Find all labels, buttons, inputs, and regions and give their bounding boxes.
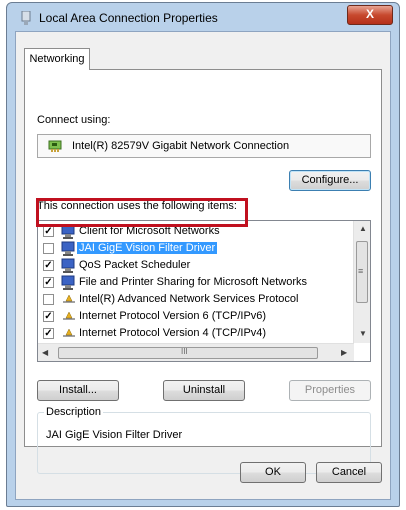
description-text: JAI GigE Vision Filter Driver (46, 429, 183, 441)
items-list[interactable]: ✓ Client for Microsoft Networks JAI GigE… (37, 220, 371, 362)
vertical-scroll-thumb[interactable]: ≡ (356, 241, 368, 303)
tab-networking[interactable]: Networking (24, 48, 90, 70)
list-item-qos-scheduler[interactable]: ✓ QoS Packet Scheduler (38, 257, 352, 274)
vertical-scrollbar[interactable]: ▲ ≡ ▼ (353, 221, 370, 343)
properties-button[interactable]: Properties (289, 380, 371, 401)
item-label: File and Printer Sharing for Microsoft N… (79, 276, 308, 288)
list-item-tcp-ipv6[interactable]: ✓ Internet Protocol Version 6 (TCP/IPv6) (38, 308, 352, 325)
grip-icon: III (181, 347, 188, 356)
scroll-left-icon[interactable]: ◀ (42, 348, 48, 358)
item-label: JAI GigE Vision Filter Driver (77, 242, 218, 254)
network-connection-icon (21, 11, 31, 25)
protocol-icon (63, 311, 75, 320)
list-item-jai-filter-driver[interactable]: JAI GigE Vision Filter Driver (38, 240, 352, 257)
uninstall-button[interactable]: Uninstall (163, 380, 245, 401)
item-checkbox[interactable]: ✓ (43, 277, 54, 288)
item-label: QoS Packet Scheduler (79, 259, 191, 271)
item-checkbox[interactable] (43, 294, 54, 305)
close-icon: X (365, 7, 374, 21)
adapter-field: Intel(R) 82579V Gigabit Network Connecti… (37, 134, 371, 158)
scroll-up-icon[interactable]: ▲ (359, 224, 367, 234)
list-item-intel-ans-protocol[interactable]: Intel(R) Advanced Network Services Proto… (38, 291, 352, 308)
item-checkbox[interactable]: ✓ (43, 226, 54, 237)
networking-panel: Connect using: Intel(R) 82579V Gigabit N… (24, 69, 382, 474)
adapter-name: Intel(R) 82579V Gigabit Network Connecti… (72, 140, 290, 152)
horizontal-scrollbar[interactable]: ◀ III ▶ (38, 343, 354, 361)
scroll-down-icon[interactable]: ▼ (359, 329, 367, 339)
ok-button[interactable]: OK (240, 462, 306, 483)
dialog-client-area: Networking Connect using: Intel(R) 82579… (15, 31, 391, 500)
connect-using-label: Connect using: (37, 114, 111, 126)
grip-icon: ≡ (358, 266, 364, 276)
item-checkbox[interactable]: ✓ (43, 328, 54, 339)
qos-scheduler-icon (61, 258, 75, 273)
configure-button[interactable]: Configure... (289, 170, 371, 191)
scroll-right-icon[interactable]: ▶ (341, 348, 347, 358)
description-legend: Description (44, 406, 104, 418)
horizontal-scroll-thumb[interactable]: III (58, 347, 318, 359)
item-label: Intel(R) Advanced Network Services Proto… (79, 293, 299, 305)
filter-driver-icon (61, 241, 75, 256)
properties-window: Local Area Connection Properties X Netwo… (6, 2, 400, 507)
item-label: Internet Protocol Version 6 (TCP/IPv6) (79, 310, 267, 322)
list-item-file-printer-sharing[interactable]: ✓ File and Printer Sharing for Microsoft… (38, 274, 352, 291)
close-button[interactable]: X (347, 5, 393, 25)
window-title: Local Area Connection Properties (39, 11, 218, 25)
item-label: Internet Protocol Version 4 (TCP/IPv4) (79, 327, 267, 339)
list-item-tcp-ipv4[interactable]: ✓ Internet Protocol Version 4 (TCP/IPv4) (38, 325, 352, 342)
tab-networking-label: Networking (29, 53, 85, 65)
protocol-icon (63, 294, 75, 303)
cancel-button[interactable]: Cancel (316, 462, 382, 483)
network-adapter-icon (48, 140, 62, 152)
install-button[interactable]: Install... (37, 380, 119, 401)
annotation-highlight-box (36, 198, 248, 227)
file-sharing-icon (61, 275, 75, 290)
item-checkbox[interactable]: ✓ (43, 260, 54, 271)
title-bar[interactable]: Local Area Connection Properties X (7, 3, 399, 33)
item-checkbox[interactable] (43, 243, 54, 254)
protocol-icon (63, 328, 75, 337)
item-checkbox[interactable]: ✓ (43, 311, 54, 322)
